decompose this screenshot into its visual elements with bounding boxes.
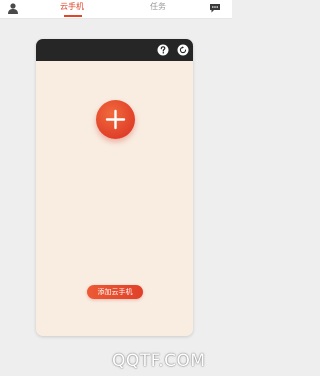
watermark-text: QQTF.COM (112, 351, 206, 371)
active-tab-indicator (64, 15, 82, 17)
help-icon[interactable] (157, 44, 169, 56)
cloud-phone-card: 添加云手机 (36, 39, 193, 336)
add-cloud-phone-plus-button[interactable] (96, 100, 135, 139)
tab-cloud-phone[interactable]: 云手机 (60, 2, 84, 12)
tab-tasks[interactable]: 任务 (150, 2, 166, 12)
user-avatar-icon[interactable] (7, 2, 19, 14)
refresh-icon[interactable] (177, 44, 189, 56)
card-header (36, 39, 193, 61)
add-cloud-phone-button[interactable]: 添加云手机 (87, 285, 143, 299)
message-icon[interactable] (209, 3, 221, 13)
top-navigation-bar: 云手机 任务 (0, 0, 232, 19)
app-root: 云手机 任务 添加云手机 QQTF.COM (0, 0, 232, 376)
plus-icon (105, 109, 126, 130)
